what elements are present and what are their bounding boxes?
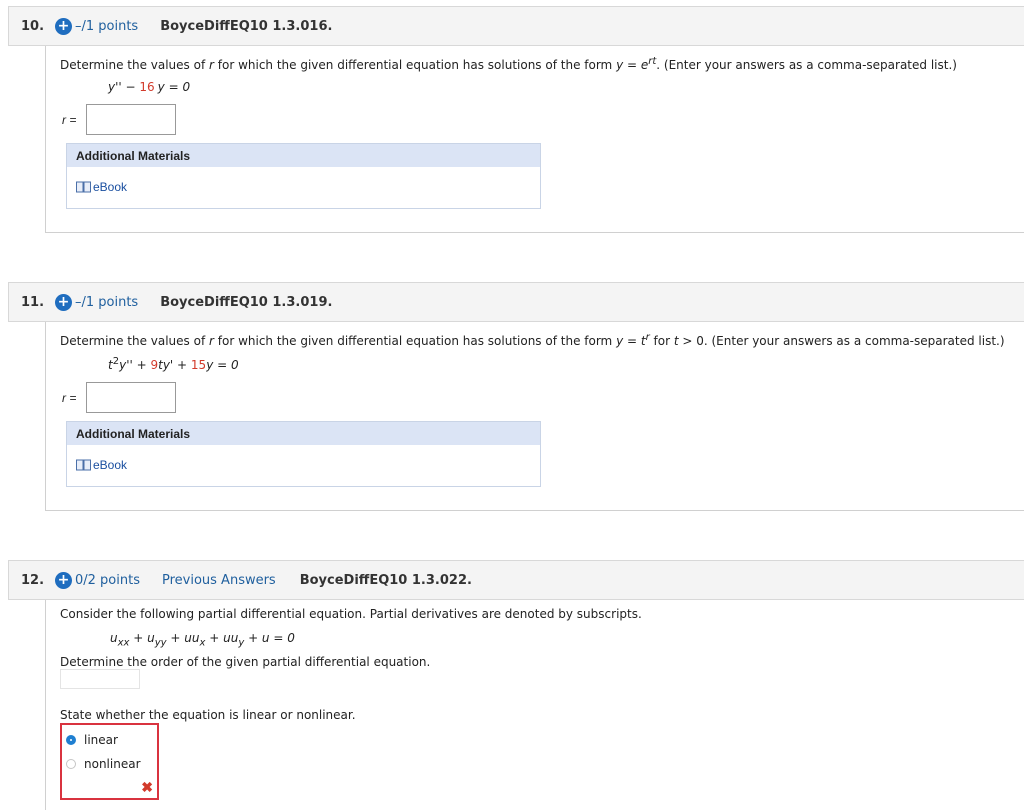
equation: t2y'' + 9ty' + 15y = 0: [108, 356, 239, 372]
plus-circle-icon[interactable]: +: [55, 17, 72, 35]
question-number: 11.: [21, 294, 45, 310]
book-icon: [76, 181, 91, 193]
pde-equation: uxx + uyy + uux + uuy + u = 0: [110, 631, 295, 649]
plus-circle-icon[interactable]: +: [55, 293, 72, 311]
previous-answers-link[interactable]: Previous Answers: [162, 573, 276, 588]
question-header: 11. + –/1 points BoyceDiffEQ10 1.3.019.: [8, 282, 1024, 322]
ebook-link[interactable]: eBook: [76, 458, 127, 472]
x-mark-icon: ✖: [141, 779, 153, 795]
points-link[interactable]: –/1 points: [75, 295, 138, 310]
question-prompt: Determine the values of r for which the …: [60, 332, 1005, 348]
radio-selected-icon[interactable]: [66, 735, 76, 745]
equation: y'' − 16 y = 0: [108, 80, 191, 94]
linearity-answer-box: linear nonlinear ✖: [60, 723, 159, 800]
points-link[interactable]: 0/2 points: [75, 573, 140, 588]
linear-prompt: State whether the equation is linear or …: [60, 708, 356, 722]
answer-label: r =: [62, 391, 77, 405]
question-body: Determine the values of r for which the …: [45, 46, 1024, 233]
question-id: BoyceDiffEQ10 1.3.019.: [160, 294, 333, 310]
ebook-label: eBook: [93, 180, 128, 194]
answer-label: r =: [62, 113, 77, 127]
question-prompt: Determine the values of r for which the …: [60, 56, 957, 72]
question-prompt: Consider the following partial different…: [60, 607, 642, 621]
ebook-label: eBook: [93, 458, 128, 472]
radio-unselected-icon[interactable]: [66, 759, 76, 769]
radio-label: nonlinear: [84, 757, 141, 771]
order-input[interactable]: [60, 669, 140, 689]
points-link[interactable]: –/1 points: [75, 19, 138, 34]
additional-materials-heading: Additional Materials: [67, 144, 540, 167]
answer-input[interactable]: [86, 104, 176, 135]
question-header: 10. + –/1 points BoyceDiffEQ10 1.3.016.: [8, 6, 1024, 46]
question-id: BoyceDiffEQ10 1.3.016.: [160, 18, 333, 34]
ebook-link[interactable]: eBook: [76, 180, 127, 194]
additional-materials-heading: Additional Materials: [67, 422, 540, 445]
order-prompt: Determine the order of the given partial…: [60, 655, 431, 669]
answer-input[interactable]: [86, 382, 176, 413]
question-number: 12.: [21, 572, 45, 588]
additional-materials-panel: Additional Materials eBook: [66, 143, 541, 209]
additional-materials-panel: Additional Materials eBook: [66, 421, 541, 487]
radio-nonlinear[interactable]: nonlinear: [66, 757, 141, 771]
question-id: BoyceDiffEQ10 1.3.022.: [299, 572, 472, 588]
radio-label: linear: [84, 733, 118, 747]
question-number: 10.: [21, 18, 45, 34]
plus-circle-icon[interactable]: +: [55, 571, 72, 589]
radio-linear[interactable]: linear: [66, 733, 118, 747]
question-body: Determine the values of r for which the …: [45, 322, 1024, 511]
question-body: Consider the following partial different…: [45, 600, 1024, 810]
question-header: 12. + 0/2 points Previous Answers BoyceD…: [8, 560, 1024, 600]
book-icon: [76, 459, 91, 471]
